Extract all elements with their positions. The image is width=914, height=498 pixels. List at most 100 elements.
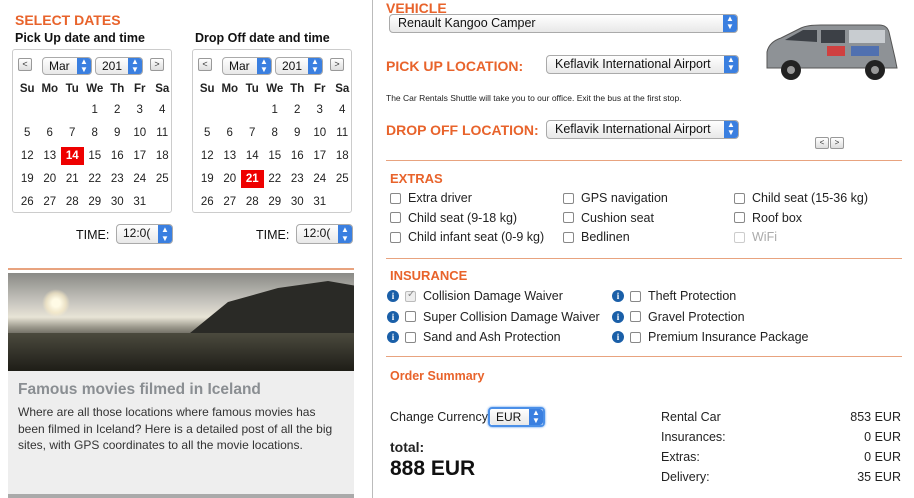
insurance-option[interactable]: i Super Collision Damage Waiver bbox=[387, 310, 600, 324]
extra-option[interactable]: Child seat (9-18 kg) bbox=[390, 211, 517, 225]
extra-checkbox[interactable] bbox=[734, 192, 745, 204]
day-cell[interactable]: 28 bbox=[241, 191, 264, 214]
day-cell[interactable]: 23 bbox=[286, 168, 309, 191]
selected-day-cell[interactable]: 21 bbox=[241, 170, 264, 188]
day-cell[interactable]: 11 bbox=[151, 122, 174, 145]
day-cell[interactable]: 12 bbox=[16, 145, 39, 168]
day-cell[interactable]: 15 bbox=[264, 145, 287, 168]
day-cell[interactable]: 31 bbox=[309, 191, 332, 214]
day-cell[interactable]: 7 bbox=[241, 122, 264, 145]
day-cell[interactable]: 8 bbox=[84, 122, 107, 145]
day-cell[interactable]: 22 bbox=[264, 168, 287, 191]
day-cell[interactable]: 11 bbox=[331, 122, 354, 145]
extra-checkbox[interactable] bbox=[390, 192, 401, 204]
dropoff-time-select[interactable]: 12:0(▲ ▼ bbox=[296, 224, 353, 244]
insurance-checkbox[interactable] bbox=[405, 331, 416, 343]
day-cell[interactable]: 6 bbox=[219, 122, 242, 145]
extra-option[interactable]: GPS navigation bbox=[563, 191, 668, 205]
dropoff-month-select[interactable]: Mar ▲ ▼ bbox=[222, 57, 272, 75]
insurance-option[interactable]: i Collision Damage Waiver bbox=[387, 289, 563, 303]
vehicle-prev-image-button[interactable]: < bbox=[815, 137, 829, 149]
info-icon[interactable]: i bbox=[612, 331, 624, 343]
day-cell[interactable]: 10 bbox=[309, 122, 332, 145]
day-cell[interactable]: 27 bbox=[39, 191, 62, 214]
info-icon[interactable]: i bbox=[612, 290, 624, 302]
dropoff-next-month-button[interactable]: > bbox=[330, 58, 344, 71]
day-cell[interactable]: 12 bbox=[196, 145, 219, 168]
article-image[interactable] bbox=[8, 273, 354, 371]
day-cell[interactable]: 10 bbox=[129, 122, 152, 145]
day-cell[interactable]: 16 bbox=[286, 145, 309, 168]
selected-day-cell[interactable]: 14 bbox=[61, 147, 84, 165]
pickup-year-select[interactable]: 201 ▲ ▼ bbox=[95, 57, 143, 75]
day-cell[interactable]: 17 bbox=[309, 145, 332, 168]
day-cell[interactable]: 24 bbox=[129, 168, 152, 191]
day-cell[interactable]: 26 bbox=[16, 191, 39, 214]
day-cell[interactable]: 3 bbox=[309, 99, 332, 122]
extra-checkbox[interactable] bbox=[563, 231, 574, 243]
day-cell[interactable]: 25 bbox=[151, 168, 174, 191]
day-cell[interactable]: 14 bbox=[241, 145, 264, 168]
pickup-month-select[interactable]: Mar ▲ ▼ bbox=[42, 57, 92, 75]
day-cell[interactable]: 29 bbox=[84, 191, 107, 214]
day-cell[interactable]: 31 bbox=[129, 191, 152, 214]
info-icon[interactable]: i bbox=[387, 290, 399, 302]
day-cell[interactable]: 5 bbox=[196, 122, 219, 145]
info-icon[interactable]: i bbox=[387, 310, 399, 323]
day-cell[interactable]: 9 bbox=[286, 122, 309, 145]
extra-option[interactable]: Roof box bbox=[734, 211, 802, 225]
day-cell[interactable]: 23 bbox=[106, 168, 129, 191]
article-card[interactable]: Famous movies filmed in Iceland Where ar… bbox=[8, 273, 354, 498]
day-cell[interactable]: 16 bbox=[106, 145, 129, 168]
day-cell[interactable]: 1 bbox=[264, 99, 287, 122]
extra-option[interactable]: Cushion seat bbox=[563, 211, 654, 225]
insurance-checkbox[interactable] bbox=[630, 311, 641, 322]
day-cell[interactable]: 19 bbox=[16, 168, 39, 191]
vehicle-next-image-button[interactable]: > bbox=[830, 137, 844, 149]
day-cell[interactable]: 13 bbox=[39, 145, 62, 168]
pickup-location-select[interactable]: Keflavik International Airport ▲ ▼ bbox=[546, 55, 739, 74]
extra-option[interactable]: Child infant seat (0-9 kg) bbox=[390, 230, 544, 244]
day-cell[interactable]: 25 bbox=[331, 168, 354, 191]
day-cell[interactable]: 29 bbox=[264, 191, 287, 214]
day-cell[interactable]: 2 bbox=[106, 99, 129, 122]
pickup-prev-month-button[interactable]: < bbox=[18, 58, 32, 71]
extra-checkbox[interactable] bbox=[390, 212, 401, 223]
extra-checkbox[interactable] bbox=[563, 192, 574, 204]
day-cell[interactable]: 24 bbox=[309, 168, 332, 191]
day-cell[interactable]: 15 bbox=[84, 145, 107, 168]
dropoff-location-select[interactable]: Keflavik International Airport ▲ ▼ bbox=[546, 120, 739, 139]
extra-option[interactable]: Bedlinen bbox=[563, 230, 630, 244]
extra-option[interactable]: WiFi bbox=[734, 230, 777, 244]
extra-checkbox[interactable] bbox=[563, 212, 574, 223]
insurance-option[interactable]: i Premium Insurance Package bbox=[612, 330, 809, 344]
insurance-checkbox[interactable] bbox=[630, 290, 641, 302]
extra-checkbox[interactable] bbox=[390, 231, 401, 243]
day-cell[interactable]: 20 bbox=[219, 168, 242, 191]
day-cell[interactable]: 26 bbox=[196, 191, 219, 214]
day-cell[interactable]: 2 bbox=[286, 99, 309, 122]
currency-select[interactable]: EUR ▲ ▼ bbox=[488, 407, 545, 427]
extra-checkbox[interactable] bbox=[734, 212, 745, 223]
pickup-next-month-button[interactable]: > bbox=[150, 58, 164, 71]
info-icon[interactable]: i bbox=[612, 310, 624, 323]
article-title[interactable]: Famous movies filmed in Iceland bbox=[18, 381, 261, 399]
day-cell[interactable]: 3 bbox=[129, 99, 152, 122]
day-cell[interactable]: 5 bbox=[16, 122, 39, 145]
day-cell[interactable]: 22 bbox=[84, 168, 107, 191]
day-cell[interactable]: 30 bbox=[286, 191, 309, 214]
day-cell[interactable]: 6 bbox=[39, 122, 62, 145]
insurance-checkbox[interactable] bbox=[405, 289, 416, 302]
extra-checkbox[interactable] bbox=[734, 231, 745, 243]
info-icon[interactable]: i bbox=[387, 331, 399, 343]
extra-option[interactable]: Child seat (15-36 kg) bbox=[734, 191, 868, 205]
insurance-option[interactable]: i Sand and Ash Protection bbox=[387, 330, 561, 344]
day-cell[interactable]: 21 bbox=[61, 168, 84, 191]
insurance-checkbox[interactable] bbox=[405, 311, 416, 322]
insurance-option[interactable]: i Gravel Protection bbox=[612, 310, 745, 324]
day-cell[interactable]: 18 bbox=[151, 145, 174, 168]
day-cell[interactable]: 27 bbox=[219, 191, 242, 214]
day-cell[interactable]: 20 bbox=[39, 168, 62, 191]
day-cell[interactable]: 4 bbox=[151, 99, 174, 122]
day-cell[interactable]: 18 bbox=[331, 145, 354, 168]
